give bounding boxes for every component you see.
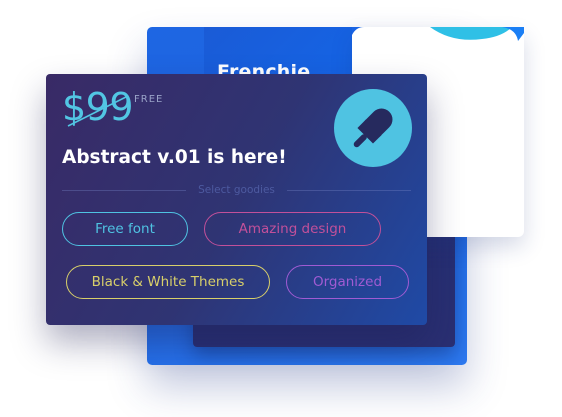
offer-headline: Abstract v.01 is here! [62, 147, 287, 168]
price-strikethrough [67, 95, 129, 127]
goodies-divider: Select goodies [62, 182, 412, 198]
popsicle-badge [334, 89, 412, 167]
promo-card-stack: Frenchie $99 FREE Abstract v.01 is here! [0, 0, 562, 417]
price-free-label: FREE [134, 94, 164, 105]
goodie-amazing-design-button[interactable]: Amazing design [204, 212, 381, 246]
back-card-title-clip: Frenchie [204, 27, 354, 75]
back-card-title: Frenchie [217, 61, 311, 75]
divider-line-right [286, 189, 412, 191]
panel-ears-shape [352, 27, 524, 41]
goodie-black-white-themes-button[interactable]: Black & White Themes [66, 265, 270, 299]
popsicle-icon [353, 108, 393, 148]
goodie-free-font-button[interactable]: Free font [62, 212, 188, 246]
goodie-organized-button[interactable]: Organized [286, 265, 409, 299]
divider-line-left [62, 189, 187, 191]
divider-label: Select goodies [198, 184, 275, 196]
offer-card: $99 FREE Abstract v.01 is here! Select g… [46, 74, 427, 325]
